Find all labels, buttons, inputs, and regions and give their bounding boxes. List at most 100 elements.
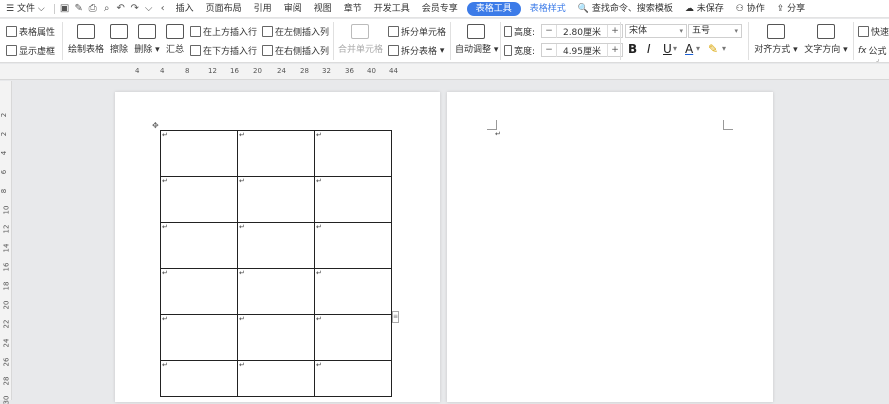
summary-button[interactable]: 汇总 — [164, 24, 186, 55]
show-gridlines-button[interactable]: 显示虚框 — [6, 44, 55, 57]
table-cell[interactable]: ↵ — [314, 222, 392, 269]
auto-fit-button[interactable]: 自动调整 ▾ — [455, 24, 498, 55]
redo-icon[interactable]: ↷ — [128, 0, 142, 18]
italic-icon[interactable]: I — [647, 42, 651, 56]
eraser-icon — [110, 24, 128, 39]
paragraph-mark: ↵ — [162, 361, 168, 369]
chevron-down-icon: ▾ — [679, 27, 683, 35]
tab-page-layout[interactable]: 页面布局 — [200, 0, 248, 18]
highlight-icon[interactable]: ✎ — [708, 42, 718, 56]
tab-table-tools[interactable]: 表格工具 — [466, 1, 521, 16]
print-icon[interactable]: ⎙ — [86, 0, 100, 18]
chevron-down-icon[interactable]: ▾ — [696, 44, 700, 53]
insert-row-below-button[interactable]: 在下方插入行 — [190, 44, 257, 57]
table-cell[interactable]: ↵ — [160, 130, 238, 177]
ruler-tick-label: 12 — [208, 67, 217, 75]
tab-chapter[interactable]: 章节 — [338, 0, 368, 18]
ruler-tick-label: 4 — [135, 67, 140, 75]
chevron-down-icon[interactable]: ▾ — [722, 44, 726, 53]
tab-table-style[interactable]: 表格样式 — [524, 0, 572, 18]
tab-view[interactable]: 视图 — [308, 0, 338, 18]
table-cell[interactable]: ↵ — [314, 360, 392, 397]
paragraph-mark: ↵ — [239, 361, 245, 369]
split-cells-label: 拆分单元格 — [401, 28, 447, 38]
merge-cells-button[interactable]: 合并单元格 — [338, 24, 383, 55]
table-properties-button[interactable]: 表格属性 — [6, 25, 55, 38]
height-stepper[interactable]: −2.80厘米 + — [541, 24, 623, 38]
table-move-handle-icon[interactable]: ✥ — [152, 121, 159, 130]
font-name-value: 宋体 — [629, 26, 648, 36]
horizontal-ruler[interactable]: 4 4 8 12 16 20 24 28 32 36 40 44 — [0, 64, 889, 80]
tab-member[interactable]: 会员专享 — [416, 0, 464, 18]
table-cell[interactable]: ↵ — [237, 222, 315, 269]
table-cell[interactable]: ↵ — [237, 176, 315, 223]
table-resize-handle[interactable]: ≡ — [392, 311, 399, 323]
tab-developer[interactable]: 开发工具 — [368, 0, 416, 18]
table-cell[interactable]: ↵ — [314, 130, 392, 177]
split-table-button[interactable]: 拆分表格 ▾ — [388, 44, 444, 57]
minus-icon[interactable]: − — [542, 45, 556, 55]
tab-review[interactable]: 审阅 — [278, 0, 308, 18]
minus-icon[interactable]: − — [542, 26, 556, 36]
format-painter-icon[interactable]: ✎ — [72, 0, 86, 18]
table-cell[interactable]: ↵ — [160, 360, 238, 397]
font-name-select[interactable]: 宋体 ▾ — [625, 24, 687, 38]
font-size-select[interactable]: 五号 ▾ — [688, 24, 742, 38]
undo-icon[interactable]: ↶ — [114, 0, 128, 18]
quick-calc-button[interactable]: 快速 — [858, 25, 889, 38]
save-icon[interactable]: ▣ — [58, 0, 72, 18]
table-cell[interactable]: ↵ — [314, 314, 392, 361]
tab-references[interactable]: 引用 — [248, 0, 278, 18]
vertical-ruler[interactable]: 2 2 4 6 8 10 12 14 16 18 20 22 24 26 28 30 — [0, 81, 12, 404]
table-cell[interactable]: ↵ — [160, 222, 238, 269]
delete-button[interactable]: 删除 ▾ — [134, 24, 160, 55]
ruler-tick-label: 8 — [0, 188, 9, 194]
unsaved-button[interactable]: ☁ 未保存 — [679, 0, 730, 18]
insert-col-right-button[interactable]: 在右侧插入列 — [262, 44, 329, 57]
table-cell[interactable]: ↵ — [237, 314, 315, 361]
insert-row-above-button[interactable]: 在上方插入行 — [190, 25, 257, 38]
table-cell[interactable]: ↵ — [160, 176, 238, 223]
table-cell[interactable]: ↵ — [314, 268, 392, 315]
table-cell[interactable]: ↵ — [160, 268, 238, 315]
width-stepper[interactable]: −4.95厘米 + — [541, 43, 623, 57]
print-preview-icon[interactable]: ⌕ — [100, 0, 114, 18]
file-menu[interactable]: ☰ 文件 ⌵ — [0, 0, 51, 18]
document-table[interactable]: ↵ ↵ ↵ ↵ ↵ ↵ ↵ ↵ ↵ ↵ ↵ ↵ ↵ ↵ ↵ ↵ ↵ ↵ — [160, 130, 392, 397]
height-value[interactable]: 2.80厘米 — [556, 24, 608, 38]
table-cell[interactable]: ↵ — [160, 314, 238, 361]
text-direction-button[interactable]: 文字方向 ▾ — [804, 24, 848, 55]
formula-button[interactable]: fx 公式 — [858, 44, 887, 58]
document-page-1[interactable]: ✥ ↵ ↵ ↵ ↵ ↵ ↵ ↵ ↵ ↵ ↵ ↵ ↵ ↵ ↵ ↵ ↵ ↵ ↵ ≡ — [115, 92, 440, 402]
draw-table-button[interactable]: 绘制表格 — [68, 24, 104, 55]
search-box[interactable]: 🔍 查找命令、搜索模板 — [572, 0, 679, 18]
paragraph-mark: ↵ — [162, 315, 168, 323]
erase-button[interactable]: 擦除 — [108, 24, 130, 55]
summary-icon — [166, 24, 184, 39]
paragraph-mark: ↵ — [316, 131, 322, 139]
table-properties-label: 表格属性 — [19, 28, 56, 38]
split-cells-button[interactable]: 拆分单元格 — [388, 25, 446, 38]
tab-insert[interactable]: 插入 — [170, 0, 200, 18]
table-cell[interactable]: ↵ — [237, 130, 315, 177]
expand-ribbon-icon[interactable]: ⌟ — [876, 55, 879, 63]
insert-row-above-label: 在上方插入行 — [203, 28, 258, 38]
collaborate-button[interactable]: ⚇ 协作 — [730, 0, 771, 18]
chevron-left-icon[interactable]: ‹ — [156, 0, 170, 18]
chevron-down-icon[interactable]: ▾ — [673, 44, 677, 53]
table-cell[interactable]: ↵ — [314, 176, 392, 223]
width-value[interactable]: 4.95厘米 — [556, 43, 608, 57]
ruler-tick-label: 24 — [2, 338, 11, 348]
align-button[interactable]: 对齐方式 ▾ — [754, 24, 798, 55]
share-button[interactable]: ⇪ 分享 — [771, 0, 811, 18]
paragraph-mark: ↵ — [316, 361, 322, 369]
font-color-icon[interactable]: A — [685, 42, 693, 56]
paragraph-mark: ↵ — [316, 177, 322, 185]
table-cell[interactable]: ↵ — [237, 360, 315, 397]
underline-icon[interactable]: U — [663, 42, 672, 56]
insert-col-left-button[interactable]: 在左侧插入列 — [262, 25, 329, 38]
more-icon[interactable]: ⌵ — [142, 0, 156, 18]
table-cell[interactable]: ↵ — [237, 268, 315, 315]
bold-icon[interactable]: B — [628, 42, 637, 56]
document-page-2[interactable]: ↵ — [447, 92, 773, 402]
